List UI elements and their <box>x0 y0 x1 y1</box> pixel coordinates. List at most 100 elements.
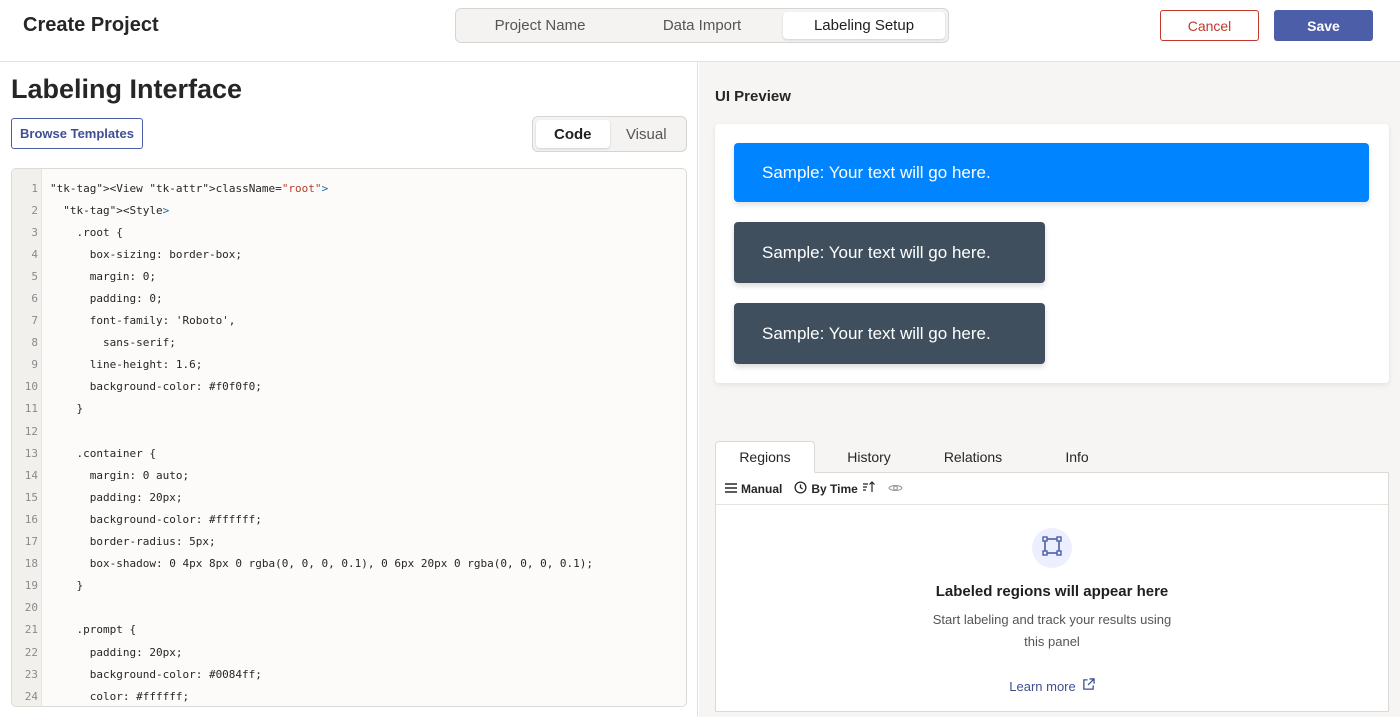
line-number: 24 <box>24 689 38 703</box>
line-number: 13 <box>24 446 38 460</box>
code-line: 4 box-sizing: border-box; <box>12 243 686 265</box>
regions-tab-body: Manual By Time Labeled regions will appe… <box>715 473 1389 712</box>
code-line: 17 border-radius: 5px; <box>12 531 686 553</box>
bounding-box-icon <box>1041 535 1063 562</box>
code-line: 19 } <box>12 575 686 597</box>
tab-history[interactable]: History <box>819 441 919 472</box>
code-text: font-family: 'Roboto', <box>50 314 236 328</box>
line-number: 20 <box>24 601 38 615</box>
code-line: 23 background-color: #0084ff; <box>12 663 686 685</box>
code-text: color: #ffffff; <box>50 689 190 703</box>
tab-relations[interactable]: Relations <box>923 441 1023 472</box>
code-text: box-shadow: 0 4px 8px 0 rgba(0, 0, 0, 0.… <box>50 557 594 571</box>
line-number: 4 <box>31 247 38 261</box>
sort-order-icon <box>862 481 876 496</box>
code-text: background-color: #f0f0f0; <box>50 380 262 394</box>
code-line: 10 background-color: #f0f0f0; <box>12 376 686 398</box>
code-line: 14 margin: 0 auto; <box>12 464 686 486</box>
prompt-sample: Sample: Your text will go here. <box>734 143 1369 202</box>
line-number: 8 <box>31 336 38 350</box>
step-project-name[interactable]: Project Name <box>459 12 621 39</box>
line-number: 19 <box>24 579 38 593</box>
line-number: 9 <box>31 358 38 372</box>
code-text: background-color: #ffffff; <box>50 512 262 526</box>
code-line: 5 margin: 0; <box>12 265 686 287</box>
code-line: 12 <box>12 420 686 442</box>
tab-info[interactable]: Info <box>1027 441 1127 472</box>
line-number: 11 <box>24 402 38 416</box>
line-number: 10 <box>24 380 38 394</box>
page-title: Create Project <box>23 14 159 36</box>
tab-regions[interactable]: Regions <box>715 441 815 473</box>
line-number: 23 <box>24 667 38 681</box>
line-number: 21 <box>24 623 38 637</box>
ui-preview-heading: UI Preview <box>715 88 791 105</box>
code-line: 15 padding: 20px; <box>12 486 686 508</box>
code-editor[interactable]: 1 "tk-tag"><View "tk-attr">className="roo… <box>11 168 687 707</box>
line-number: 14 <box>24 468 38 482</box>
external-link-icon <box>1082 678 1095 694</box>
code-line: 1 "tk-tag"><View "tk-attr">className="roo… <box>12 177 686 199</box>
line-number: 16 <box>24 512 38 526</box>
menu-lines-icon <box>725 482 737 496</box>
code-text: .prompt { <box>50 623 137 637</box>
clock-icon <box>794 480 807 497</box>
empty-state-title: Labeled regions will appear here <box>935 583 1169 600</box>
manual-label: Manual <box>741 481 783 496</box>
mode-visual-tab[interactable]: Visual <box>610 120 684 148</box>
visibility-toggle[interactable] <box>888 482 903 496</box>
code-line: 20 <box>12 597 686 619</box>
learn-more-label: Learn more <box>1009 678 1076 694</box>
line-number: 6 <box>31 292 38 306</box>
line-number: 15 <box>24 490 38 504</box>
answer-sample: Sample: Your text will go here. <box>734 222 1045 283</box>
code-text: sans-serif; <box>50 336 176 350</box>
code-line: 22 padding: 20px; <box>12 641 686 663</box>
code-line: 8 sans-serif; <box>12 332 686 354</box>
cancel-button[interactable]: Cancel <box>1160 10 1259 41</box>
sort-by-time-button[interactable]: By Time <box>794 480 876 497</box>
line-number: 3 <box>31 225 38 239</box>
code-line: 3 .root { <box>12 221 686 243</box>
learn-more-link[interactable]: Learn more <box>716 678 1388 694</box>
code-text: line-height: 1.6; <box>50 358 203 372</box>
code-lines: 1 "tk-tag"><View "tk-attr">className="roo… <box>12 177 686 706</box>
eye-icon <box>888 482 903 496</box>
code-text: "tk-tag"><Style> <box>63 203 170 217</box>
code-line: 16 background-color: #ffffff; <box>12 508 686 530</box>
section-title: Labeling Interface <box>11 74 243 104</box>
mode-code-tab[interactable]: Code <box>536 120 610 148</box>
top-header: Create Project Project Name Data Import … <box>0 0 1400 62</box>
step-data-import[interactable]: Data Import <box>621 12 783 39</box>
line-number: 17 <box>24 535 38 549</box>
code-text: } <box>50 402 84 416</box>
line-number: 18 <box>24 557 38 571</box>
empty-state-description: Start labeling and track your results us… <box>932 612 1172 649</box>
answer-sample: Sample: Your text will go here. <box>734 303 1045 364</box>
code-line: 11 } <box>12 398 686 420</box>
line-number: 12 <box>24 424 38 438</box>
manual-order-button[interactable]: Manual <box>725 482 782 496</box>
code-line: 18 box-shadow: 0 4px 8px 0 rgba(0, 0, 0,… <box>12 553 686 575</box>
side-panel-tabs: Regions History Relations Info <box>715 441 1389 473</box>
code-text: margin: 0 auto; <box>50 468 190 482</box>
editor-mode-toggle: Code Visual <box>532 116 687 152</box>
code-text: box-sizing: border-box; <box>50 247 243 261</box>
code-text: background-color: #0084ff; <box>50 667 262 681</box>
sort-label: By Time <box>811 481 858 496</box>
browse-templates-button[interactable]: Browse Templates <box>11 118 143 149</box>
regions-toolbar: Manual By Time <box>716 473 1388 505</box>
line-number: 2 <box>31 203 38 217</box>
code-line: 21 .prompt { <box>12 619 686 641</box>
save-button[interactable]: Save <box>1274 10 1373 41</box>
regions-panel: Regions History Relations Info Manual By… <box>715 441 1389 712</box>
code-text: padding: 0; <box>50 292 163 306</box>
preview-card: Sample: Your text will go here. Sample: … <box>715 124 1389 383</box>
code-text: .container { <box>50 446 156 460</box>
line-number: 7 <box>31 314 38 328</box>
code-line: 24 color: #ffffff; <box>12 685 686 706</box>
code-line: 9 line-height: 1.6; <box>12 354 686 376</box>
code-line: 6 padding: 0; <box>12 287 686 309</box>
step-labeling-setup[interactable]: Labeling Setup <box>783 12 945 39</box>
preview-panel: UI Preview Sample: Your text will go her… <box>699 62 1400 717</box>
